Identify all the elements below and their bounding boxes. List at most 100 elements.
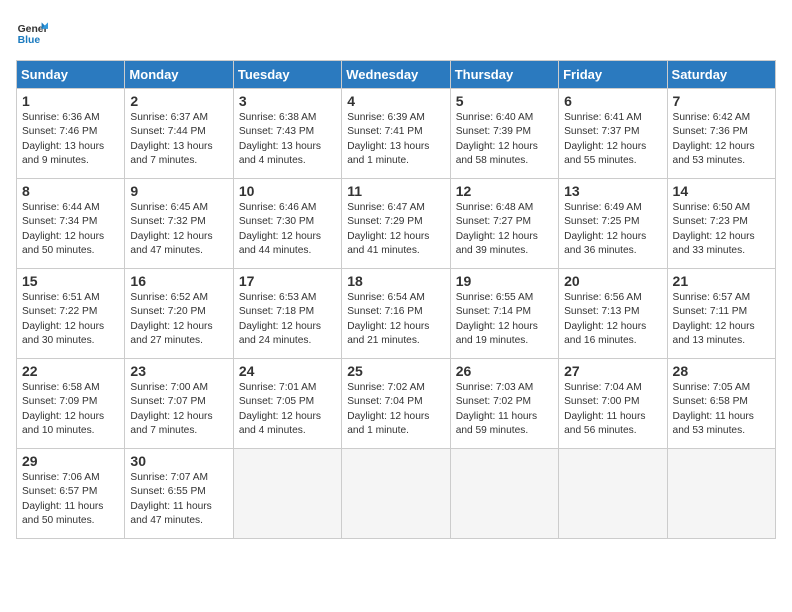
calendar-week-4: 22 Sunrise: 6:58 AM Sunset: 7:09 PM Dayl… [17, 359, 776, 449]
sunset-label: Sunset: 7:16 PM [347, 306, 422, 317]
day-info: Sunrise: 6:55 AM Sunset: 7:14 PM Dayligh… [456, 291, 553, 348]
calendar-cell [233, 449, 341, 539]
daylight-label: Daylight: 12 hours and 10 minutes. [22, 411, 104, 436]
calendar-cell: 8 Sunrise: 6:44 AM Sunset: 7:34 PM Dayli… [17, 179, 125, 269]
sunrise-label: Sunrise: 6:45 AM [130, 202, 208, 213]
sunset-label: Sunset: 7:27 PM [456, 216, 531, 227]
calendar-cell: 2 Sunrise: 6:37 AM Sunset: 7:44 PM Dayli… [125, 89, 233, 179]
daylight-label: Daylight: 12 hours and 30 minutes. [22, 321, 104, 346]
calendar-cell: 21 Sunrise: 6:57 AM Sunset: 7:11 PM Dayl… [667, 269, 775, 359]
calendar-cell: 19 Sunrise: 6:55 AM Sunset: 7:14 PM Dayl… [450, 269, 558, 359]
sunrise-label: Sunrise: 6:48 AM [456, 202, 534, 213]
day-info: Sunrise: 6:52 AM Sunset: 7:20 PM Dayligh… [130, 291, 227, 348]
calendar-cell: 18 Sunrise: 6:54 AM Sunset: 7:16 PM Dayl… [342, 269, 450, 359]
sunset-label: Sunset: 7:18 PM [239, 306, 314, 317]
daylight-label: Daylight: 11 hours and 53 minutes. [673, 411, 754, 436]
sunset-label: Sunset: 7:32 PM [130, 216, 205, 227]
day-number: 5 [456, 93, 553, 109]
day-number: 23 [130, 363, 227, 379]
day-info: Sunrise: 7:05 AM Sunset: 6:58 PM Dayligh… [673, 381, 770, 438]
sunrise-label: Sunrise: 7:04 AM [564, 382, 642, 393]
daylight-label: Daylight: 12 hours and 58 minutes. [456, 141, 538, 166]
calendar-week-5: 29 Sunrise: 7:06 AM Sunset: 6:57 PM Dayl… [17, 449, 776, 539]
daylight-label: Daylight: 12 hours and 19 minutes. [456, 321, 538, 346]
day-info: Sunrise: 6:39 AM Sunset: 7:41 PM Dayligh… [347, 111, 444, 168]
calendar-body: 1 Sunrise: 6:36 AM Sunset: 7:46 PM Dayli… [17, 89, 776, 539]
day-number: 18 [347, 273, 444, 289]
day-number: 25 [347, 363, 444, 379]
daylight-label: Daylight: 12 hours and 44 minutes. [239, 231, 321, 256]
sunrise-label: Sunrise: 7:00 AM [130, 382, 208, 393]
sunrise-label: Sunrise: 6:37 AM [130, 112, 208, 123]
calendar-cell: 14 Sunrise: 6:50 AM Sunset: 7:23 PM Dayl… [667, 179, 775, 269]
daylight-label: Daylight: 12 hours and 36 minutes. [564, 231, 646, 256]
daylight-label: Daylight: 12 hours and 55 minutes. [564, 141, 646, 166]
daylight-label: Daylight: 12 hours and 4 minutes. [239, 411, 321, 436]
daylight-label: Daylight: 11 hours and 59 minutes. [456, 411, 537, 436]
calendar-cell: 11 Sunrise: 6:47 AM Sunset: 7:29 PM Dayl… [342, 179, 450, 269]
calendar-cell: 1 Sunrise: 6:36 AM Sunset: 7:46 PM Dayli… [17, 89, 125, 179]
calendar-header-sunday: Sunday [17, 61, 125, 89]
calendar-week-3: 15 Sunrise: 6:51 AM Sunset: 7:22 PM Dayl… [17, 269, 776, 359]
day-info: Sunrise: 6:42 AM Sunset: 7:36 PM Dayligh… [673, 111, 770, 168]
day-number: 3 [239, 93, 336, 109]
sunset-label: Sunset: 7:43 PM [239, 126, 314, 137]
calendar-header-tuesday: Tuesday [233, 61, 341, 89]
calendar-cell [559, 449, 667, 539]
day-info: Sunrise: 6:58 AM Sunset: 7:09 PM Dayligh… [22, 381, 119, 438]
calendar-header-thursday: Thursday [450, 61, 558, 89]
daylight-label: Daylight: 12 hours and 21 minutes. [347, 321, 429, 346]
day-info: Sunrise: 6:40 AM Sunset: 7:39 PM Dayligh… [456, 111, 553, 168]
sunrise-label: Sunrise: 7:02 AM [347, 382, 425, 393]
day-info: Sunrise: 6:44 AM Sunset: 7:34 PM Dayligh… [22, 201, 119, 258]
day-info: Sunrise: 6:47 AM Sunset: 7:29 PM Dayligh… [347, 201, 444, 258]
sunrise-label: Sunrise: 6:39 AM [347, 112, 425, 123]
sunrise-label: Sunrise: 6:42 AM [673, 112, 751, 123]
calendar-header-monday: Monday [125, 61, 233, 89]
day-info: Sunrise: 6:53 AM Sunset: 7:18 PM Dayligh… [239, 291, 336, 348]
daylight-label: Daylight: 12 hours and 41 minutes. [347, 231, 429, 256]
day-info: Sunrise: 6:54 AM Sunset: 7:16 PM Dayligh… [347, 291, 444, 348]
day-number: 2 [130, 93, 227, 109]
calendar-cell: 9 Sunrise: 6:45 AM Sunset: 7:32 PM Dayli… [125, 179, 233, 269]
daylight-label: Daylight: 12 hours and 50 minutes. [22, 231, 104, 256]
day-info: Sunrise: 6:45 AM Sunset: 7:32 PM Dayligh… [130, 201, 227, 258]
sunrise-label: Sunrise: 6:56 AM [564, 292, 642, 303]
day-number: 13 [564, 183, 661, 199]
sunrise-label: Sunrise: 7:05 AM [673, 382, 751, 393]
day-number: 21 [673, 273, 770, 289]
daylight-label: Daylight: 12 hours and 7 minutes. [130, 411, 212, 436]
page-header: General Blue [16, 16, 776, 48]
logo-icon: General Blue [16, 16, 48, 48]
sunrise-label: Sunrise: 6:50 AM [673, 202, 751, 213]
calendar-cell: 27 Sunrise: 7:04 AM Sunset: 7:00 PM Dayl… [559, 359, 667, 449]
day-number: 9 [130, 183, 227, 199]
day-info: Sunrise: 6:50 AM Sunset: 7:23 PM Dayligh… [673, 201, 770, 258]
sunset-label: Sunset: 7:13 PM [564, 306, 639, 317]
day-info: Sunrise: 7:01 AM Sunset: 7:05 PM Dayligh… [239, 381, 336, 438]
day-info: Sunrise: 6:56 AM Sunset: 7:13 PM Dayligh… [564, 291, 661, 348]
sunset-label: Sunset: 7:09 PM [22, 396, 97, 407]
sunrise-label: Sunrise: 7:06 AM [22, 472, 100, 483]
day-info: Sunrise: 7:07 AM Sunset: 6:55 PM Dayligh… [130, 471, 227, 528]
calendar-cell [667, 449, 775, 539]
calendar-cell: 6 Sunrise: 6:41 AM Sunset: 7:37 PM Dayli… [559, 89, 667, 179]
sunset-label: Sunset: 6:55 PM [130, 486, 205, 497]
sunset-label: Sunset: 7:07 PM [130, 396, 205, 407]
sunset-label: Sunset: 7:46 PM [22, 126, 97, 137]
sunset-label: Sunset: 7:05 PM [239, 396, 314, 407]
daylight-label: Daylight: 13 hours and 7 minutes. [130, 141, 212, 166]
calendar-cell: 15 Sunrise: 6:51 AM Sunset: 7:22 PM Dayl… [17, 269, 125, 359]
calendar-header-row: SundayMondayTuesdayWednesdayThursdayFrid… [17, 61, 776, 89]
daylight-label: Daylight: 11 hours and 56 minutes. [564, 411, 645, 436]
sunrise-label: Sunrise: 6:44 AM [22, 202, 100, 213]
day-number: 14 [673, 183, 770, 199]
daylight-label: Daylight: 12 hours and 39 minutes. [456, 231, 538, 256]
daylight-label: Daylight: 12 hours and 53 minutes. [673, 141, 755, 166]
calendar-cell: 26 Sunrise: 7:03 AM Sunset: 7:02 PM Dayl… [450, 359, 558, 449]
daylight-label: Daylight: 12 hours and 13 minutes. [673, 321, 755, 346]
sunset-label: Sunset: 7:39 PM [456, 126, 531, 137]
sunset-label: Sunset: 7:14 PM [456, 306, 531, 317]
sunset-label: Sunset: 7:22 PM [22, 306, 97, 317]
day-number: 10 [239, 183, 336, 199]
